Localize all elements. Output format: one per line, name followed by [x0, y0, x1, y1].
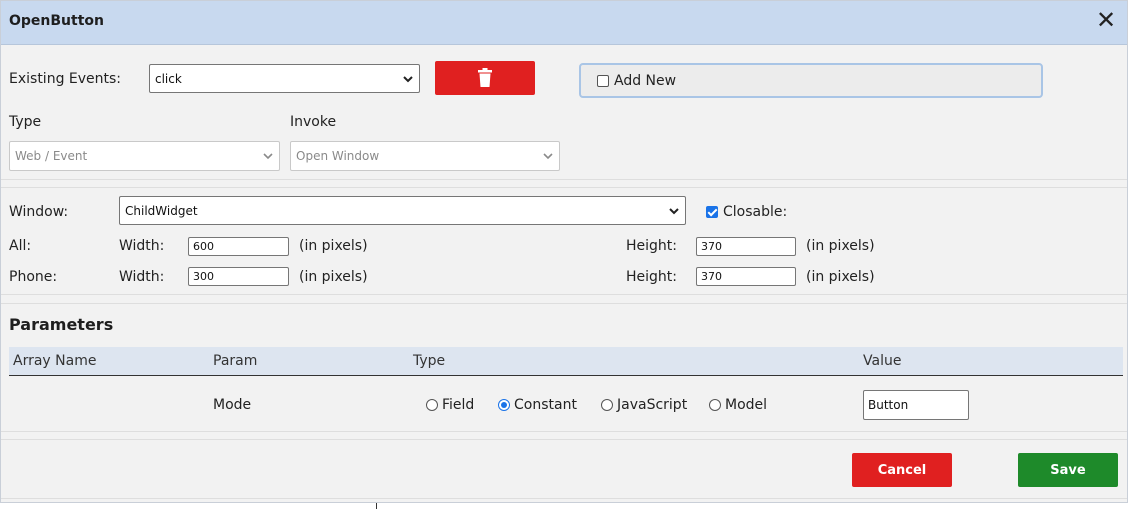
delete-event-button[interactable] [435, 61, 535, 95]
type-value: Web / Event [15, 149, 88, 163]
divider [1, 294, 1127, 295]
add-new-panel[interactable]: Add New [579, 63, 1043, 98]
phone-width-label: Width: [119, 269, 165, 285]
radio-model[interactable] [709, 399, 721, 411]
phone-width-value: 300 [193, 270, 214, 283]
all-height-label: Height: [626, 238, 677, 254]
phone-width-unit: (in pixels) [299, 269, 368, 285]
all-height-unit: (in pixels) [806, 238, 875, 254]
cancel-button[interactable]: Cancel [852, 453, 952, 487]
all-height-input[interactable]: 370 [696, 237, 796, 256]
param-value-input[interactable]: Button [863, 390, 969, 420]
radio-javascript[interactable] [601, 399, 613, 411]
type-select[interactable]: Web / Event [9, 141, 280, 171]
invoke-value: Open Window [296, 149, 380, 163]
radio-field[interactable] [426, 399, 438, 411]
closable-checkbox[interactable] [706, 206, 718, 218]
divider [1, 498, 1127, 499]
parameters-title: Parameters [9, 315, 114, 334]
column-header-param: Param [213, 353, 258, 369]
existing-events-label: Existing Events: [9, 71, 122, 87]
phone-width-input[interactable]: 300 [188, 267, 289, 286]
trash-icon [478, 68, 492, 87]
all-width-input[interactable]: 600 [188, 237, 289, 256]
phone-height-unit: (in pixels) [806, 269, 875, 285]
window-label: Window: [9, 204, 69, 220]
type-radio-javascript[interactable]: JavaScript [601, 397, 687, 413]
closable-label: Closable: [723, 204, 788, 220]
dialog-title-bar: OpenButton ✕ [1, 1, 1127, 45]
column-header-array-name: Array Name [13, 353, 97, 369]
divider [1, 187, 1127, 188]
divider [1, 431, 1127, 432]
close-icon[interactable]: ✕ [1095, 7, 1117, 33]
divider [1, 303, 1127, 304]
type-radio-constant[interactable]: Constant [498, 397, 577, 413]
column-header-type: Type [413, 353, 446, 369]
window-select[interactable]: ChildWidget [119, 196, 686, 225]
open-button-dialog: OpenButton ✕ Existing Events: click Add … [0, 0, 1128, 503]
dialog-title: OpenButton [9, 13, 104, 29]
chevron-down-icon [669, 207, 679, 214]
parameters-table-header: Array Name Param Type Value [9, 347, 1123, 376]
chevron-down-icon [403, 75, 413, 82]
phone-label: Phone: [9, 269, 58, 285]
type-radio-model[interactable]: Model [709, 397, 767, 413]
radio-field-label: Field [442, 397, 475, 413]
type-radio-field[interactable]: Field [426, 397, 474, 413]
existing-events-select[interactable]: click [149, 64, 420, 93]
invoke-label: Invoke [290, 114, 337, 130]
save-button[interactable]: Save [1018, 453, 1118, 487]
param-value: Button [868, 398, 909, 412]
radio-javascript-label: JavaScript [617, 397, 688, 413]
param-cell: Mode [213, 397, 252, 413]
chevron-down-icon [543, 153, 553, 160]
existing-events-value: click [155, 71, 182, 86]
add-new-label: Add New [614, 72, 677, 89]
radio-constant-label: Constant [514, 397, 577, 413]
phone-height-label: Height: [626, 269, 677, 285]
invoke-select[interactable]: Open Window [290, 141, 560, 171]
window-value: ChildWidget [125, 203, 198, 218]
add-new-checkbox[interactable] [597, 74, 609, 87]
divider [1, 179, 1127, 180]
all-label: All: [9, 238, 32, 254]
radio-constant[interactable] [498, 399, 510, 411]
phone-height-value: 370 [701, 270, 722, 283]
all-width-value: 600 [193, 240, 214, 253]
all-height-value: 370 [701, 240, 722, 253]
closable-option[interactable]: Closable: [706, 204, 787, 220]
radio-model-label: Model [725, 397, 768, 413]
divider [1, 439, 1127, 440]
all-width-label: Width: [119, 238, 165, 254]
type-label: Type [9, 114, 42, 130]
background-divider [376, 503, 377, 509]
all-width-unit: (in pixels) [299, 238, 368, 254]
chevron-down-icon [263, 153, 273, 160]
column-header-value: Value [863, 353, 902, 369]
phone-height-input[interactable]: 370 [696, 267, 796, 286]
